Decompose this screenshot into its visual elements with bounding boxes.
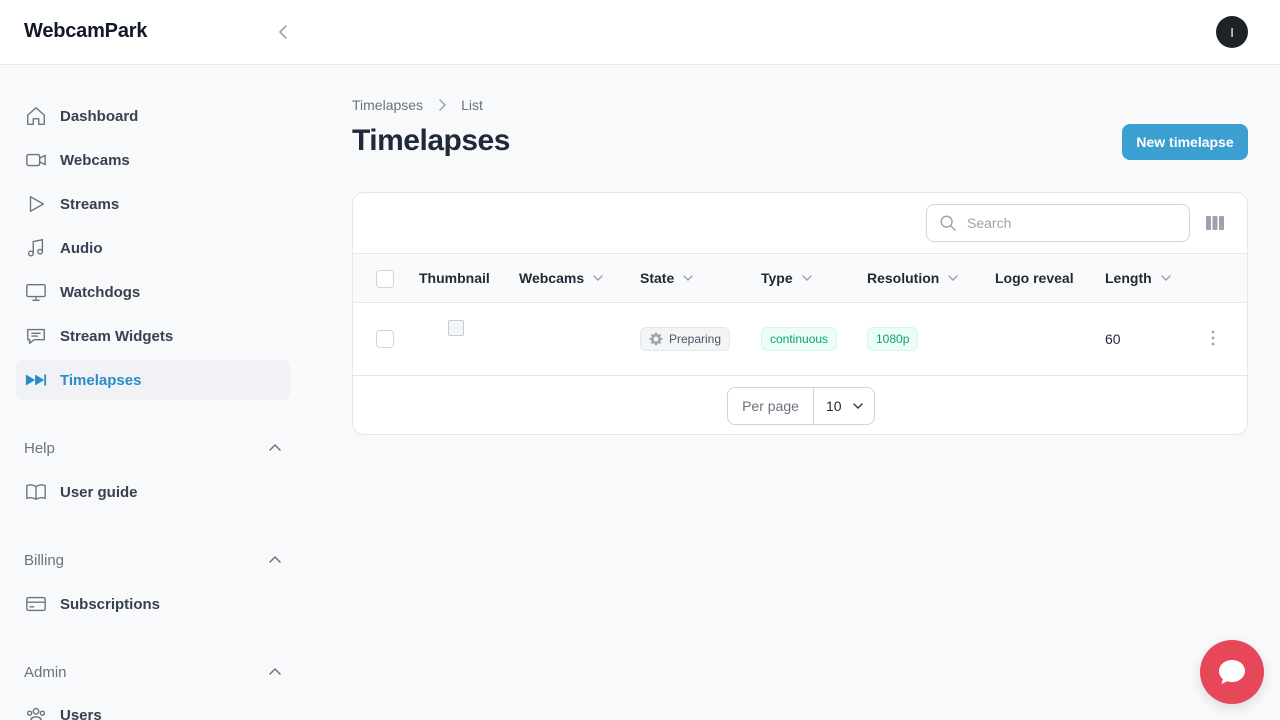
column-toggle-button[interactable]: [1205, 213, 1225, 233]
sidebar-item-watchdogs[interactable]: Watchdogs: [16, 272, 290, 312]
gear-icon: [649, 332, 663, 346]
per-page-value: 10: [826, 398, 842, 414]
credit-card-icon: [24, 592, 48, 616]
more-vertical-icon: [1211, 330, 1215, 346]
sidebar: Dashboard Webcams Streams Audio Watchdog…: [0, 65, 306, 720]
sidebar-item-label: Dashboard: [60, 107, 139, 125]
monitor-icon: [24, 280, 48, 304]
chat-support-button[interactable]: [1200, 640, 1264, 704]
sidebar-item-streams[interactable]: Streams: [16, 184, 290, 224]
breadcrumb-current: List: [461, 97, 483, 113]
chevron-down-icon: [947, 272, 959, 284]
sidebar-group-billing[interactable]: Billing: [24, 548, 282, 572]
chevron-up-icon: [269, 443, 281, 451]
sidebar-item-label: Users: [60, 706, 102, 720]
fast-forward-icon: [24, 368, 48, 392]
chevron-right-icon: [435, 98, 449, 112]
column-label: Resolution: [867, 270, 940, 286]
length-value: 60: [1105, 331, 1121, 347]
chevron-down-icon: [592, 272, 604, 284]
per-page-select[interactable]: 10: [814, 388, 874, 424]
top-bar: WebcamPark I: [0, 0, 1280, 65]
collapse-sidebar-button[interactable]: [272, 20, 296, 44]
table-header: Thumbnail Webcams State Type Resolution …: [353, 253, 1247, 303]
sidebar-item-label: Timelapses: [60, 371, 142, 389]
book-icon: [24, 480, 48, 504]
music-note-icon: [24, 236, 48, 260]
chevron-down-icon: [801, 272, 813, 284]
sidebar-item-label: Webcams: [60, 151, 130, 169]
sidebar-item-label: Stream Widgets: [60, 327, 174, 345]
sidebar-item-label: Audio: [60, 239, 103, 257]
sidebar-item-subscriptions[interactable]: Subscriptions: [16, 584, 290, 624]
page-title: Timelapses: [352, 124, 510, 157]
column-header-webcams[interactable]: Webcams: [519, 270, 604, 286]
type-badge: continuous: [761, 327, 838, 351]
users-icon: [24, 703, 48, 720]
sidebar-item-label: User guide: [60, 483, 138, 501]
chat-icon: [1219, 660, 1245, 684]
breadcrumb-root[interactable]: Timelapses: [352, 97, 423, 113]
column-label: Length: [1105, 270, 1152, 286]
row-checkbox[interactable]: [376, 330, 394, 348]
sidebar-item-audio[interactable]: Audio: [16, 228, 290, 268]
chevron-up-icon: [269, 667, 281, 675]
select-all-checkbox[interactable]: [376, 270, 394, 288]
column-header-state[interactable]: State: [640, 270, 694, 286]
sidebar-group-admin[interactable]: Admin: [24, 660, 282, 684]
play-icon: [24, 192, 48, 216]
thumbnail-image[interactable]: [448, 320, 464, 336]
column-label: Type: [761, 270, 793, 286]
search-icon: [940, 215, 956, 231]
pagination-per-page: Per page 10: [727, 387, 875, 425]
chevron-down-icon: [682, 272, 694, 284]
row-actions-button[interactable]: [1205, 330, 1221, 348]
chevron-down-icon: [1160, 272, 1172, 284]
sidebar-group-label: Billing: [24, 551, 65, 569]
chevron-up-icon: [269, 555, 281, 563]
column-label: State: [640, 270, 675, 286]
sidebar-item-dashboard[interactable]: Dashboard: [16, 96, 290, 136]
sidebar-item-user-guide[interactable]: User guide: [16, 472, 290, 512]
chat-bubble-icon: [24, 324, 48, 348]
new-timelapse-button[interactable]: New timelapse: [1122, 124, 1248, 160]
column-header-thumbnail: Thumbnail: [419, 270, 490, 286]
per-page-label: Per page: [728, 388, 814, 424]
column-header-type[interactable]: Type: [761, 270, 813, 286]
chevron-left-icon: [279, 25, 287, 39]
sidebar-item-label: Subscriptions: [60, 595, 161, 613]
search-field[interactable]: [926, 204, 1190, 242]
table-row[interactable]: Preparing continuous 1080p 60: [353, 303, 1247, 376]
sidebar-group-label: Help: [24, 439, 55, 457]
sidebar-item-users[interactable]: Users: [16, 695, 290, 720]
breadcrumb: Timelapses List: [352, 97, 483, 113]
sidebar-item-timelapses[interactable]: Timelapses: [16, 360, 290, 400]
column-label: Thumbnail: [419, 270, 490, 286]
column-label: Logo reveal: [995, 270, 1074, 286]
sidebar-group-label: Admin: [24, 663, 67, 681]
timelapses-table-card: Thumbnail Webcams State Type Resolution …: [352, 192, 1248, 435]
brand-logo[interactable]: WebcamPark: [24, 20, 147, 43]
video-camera-icon: [24, 148, 48, 172]
sidebar-item-label: Streams: [60, 195, 120, 213]
sidebar-item-webcams[interactable]: Webcams: [16, 140, 290, 180]
columns-icon: [1206, 216, 1224, 230]
column-header-length[interactable]: Length: [1105, 270, 1172, 286]
column-header-logo-reveal: Logo reveal: [995, 270, 1074, 286]
user-avatar[interactable]: I: [1216, 16, 1248, 48]
resolution-badge: 1080p: [867, 327, 919, 351]
chevron-down-icon: [852, 403, 863, 410]
state-badge: Preparing: [640, 327, 731, 351]
sidebar-item-stream-widgets[interactable]: Stream Widgets: [16, 316, 290, 356]
column-header-resolution[interactable]: Resolution: [867, 270, 959, 286]
state-label: Preparing: [669, 332, 722, 346]
sidebar-item-label: Watchdogs: [60, 283, 141, 301]
search-input[interactable]: [967, 215, 1177, 231]
column-label: Webcams: [519, 270, 585, 286]
sidebar-group-help[interactable]: Help: [24, 436, 282, 460]
home-icon: [24, 104, 48, 128]
